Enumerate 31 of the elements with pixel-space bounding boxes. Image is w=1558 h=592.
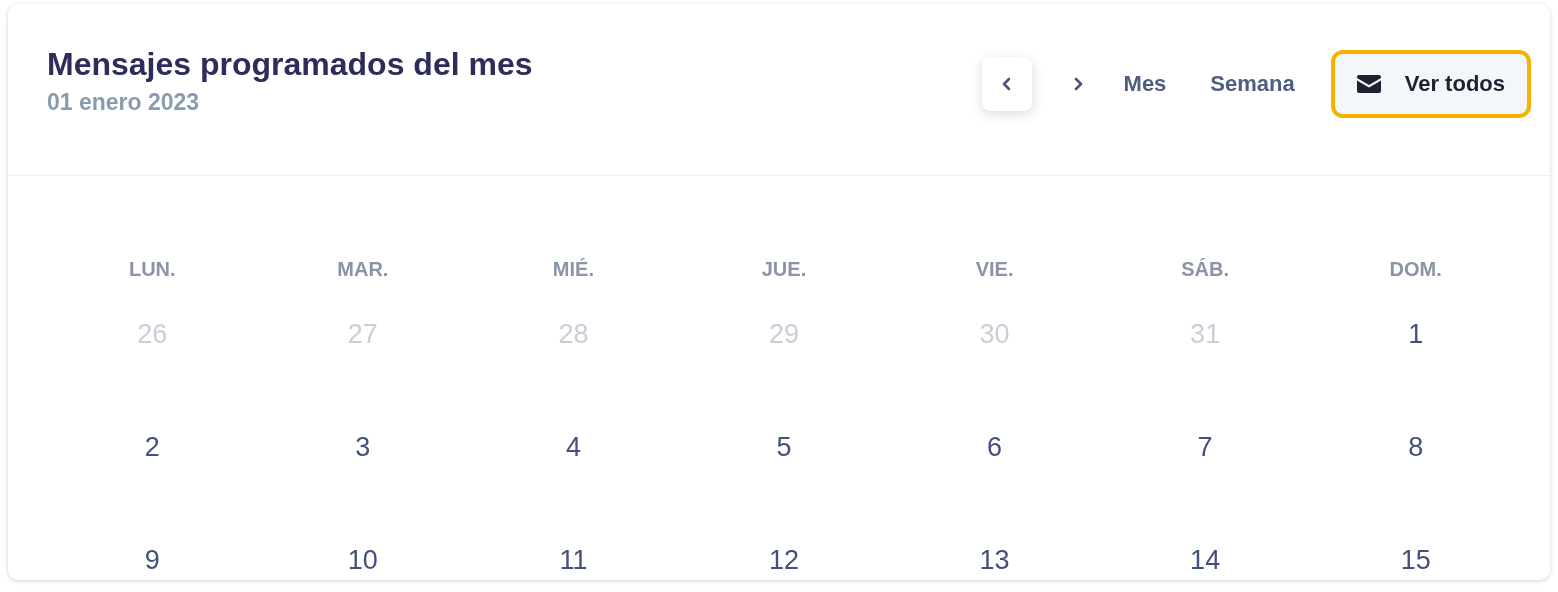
day-number[interactable]: 1 [1408, 319, 1424, 349]
day-number[interactable]: 4 [565, 432, 581, 462]
current-date: 01 enero 2023 [47, 88, 201, 117]
day-number[interactable]: 7 [1197, 432, 1213, 462]
day-number[interactable]: 11 [559, 545, 588, 575]
day-number[interactable]: 2 [144, 432, 160, 462]
day-number[interactable]: 15 [1400, 545, 1431, 575]
weekday-label: LUN. [128, 258, 176, 280]
weekday-label: DOM. [1389, 258, 1442, 280]
chevron-left-icon [1001, 77, 1013, 91]
calendar-title: Mensajes programados del mes [47, 45, 533, 84]
day-number[interactable]: 5 [776, 432, 792, 462]
day-number[interactable]: 10 [347, 545, 378, 575]
day-number[interactable]: 8 [1408, 432, 1424, 462]
day-number[interactable]: 12 [768, 545, 799, 575]
weekday-label: JUE. [761, 258, 807, 280]
day-number[interactable]: 3 [355, 432, 371, 462]
chevron-right-icon [1073, 77, 1085, 91]
view-tab[interactable]: Semana [1190, 61, 1315, 107]
day-number[interactable]: 14 [1190, 545, 1221, 575]
weekday-label: VIE. [975, 258, 1014, 280]
view-all-button[interactable]: Ver todos [1330, 50, 1531, 118]
weekday-label: SÁB. [1181, 258, 1230, 280]
envelope-icon [1356, 75, 1381, 93]
day-number[interactable]: 6 [987, 432, 1003, 462]
previous-button[interactable] [981, 57, 1032, 111]
view-tab[interactable]: Mes [1103, 61, 1187, 107]
day-number[interactable]: 9 [144, 545, 160, 575]
day-number[interactable]: 13 [979, 545, 1010, 575]
weekday-label: MIÉ. [552, 258, 594, 280]
weekday-label: MAR. [337, 258, 389, 280]
